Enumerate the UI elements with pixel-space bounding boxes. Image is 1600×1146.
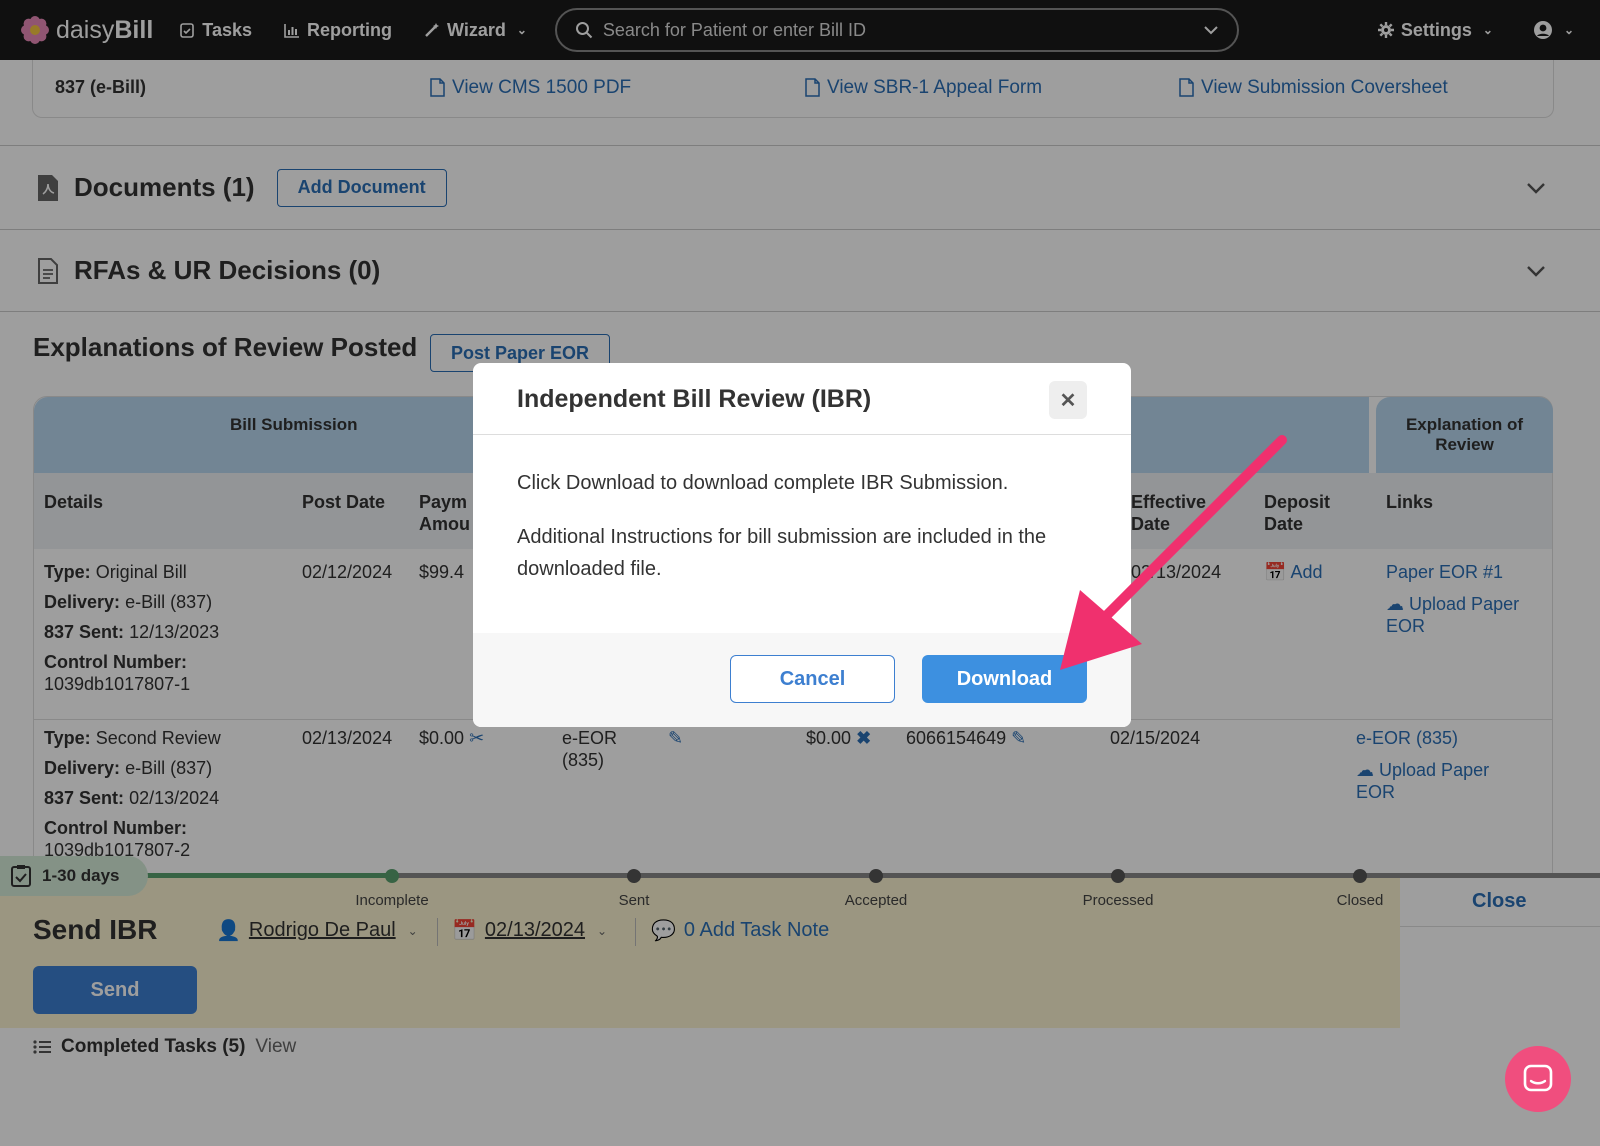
modal-title: Independent Bill Review (IBR) bbox=[517, 385, 872, 413]
modal-instruction-1: Click Download to download complete IBR … bbox=[517, 472, 1009, 494]
chat-support-button[interactable] bbox=[1505, 1046, 1571, 1112]
ibr-modal: Independent Bill Review (IBR) ✕ Click Do… bbox=[473, 363, 1131, 727]
annotation-arrow-icon bbox=[1060, 435, 1287, 670]
close-icon[interactable]: ✕ bbox=[1049, 381, 1087, 419]
modal-instruction-2: Additional Instructions for bill submiss… bbox=[517, 526, 1047, 580]
chat-icon bbox=[1523, 1064, 1553, 1092]
modal-body: Click Download to download complete IBR … bbox=[517, 467, 1087, 607]
modal-header: Independent Bill Review (IBR) ✕ bbox=[473, 363, 1131, 435]
cancel-button[interactable]: Cancel bbox=[730, 655, 895, 703]
